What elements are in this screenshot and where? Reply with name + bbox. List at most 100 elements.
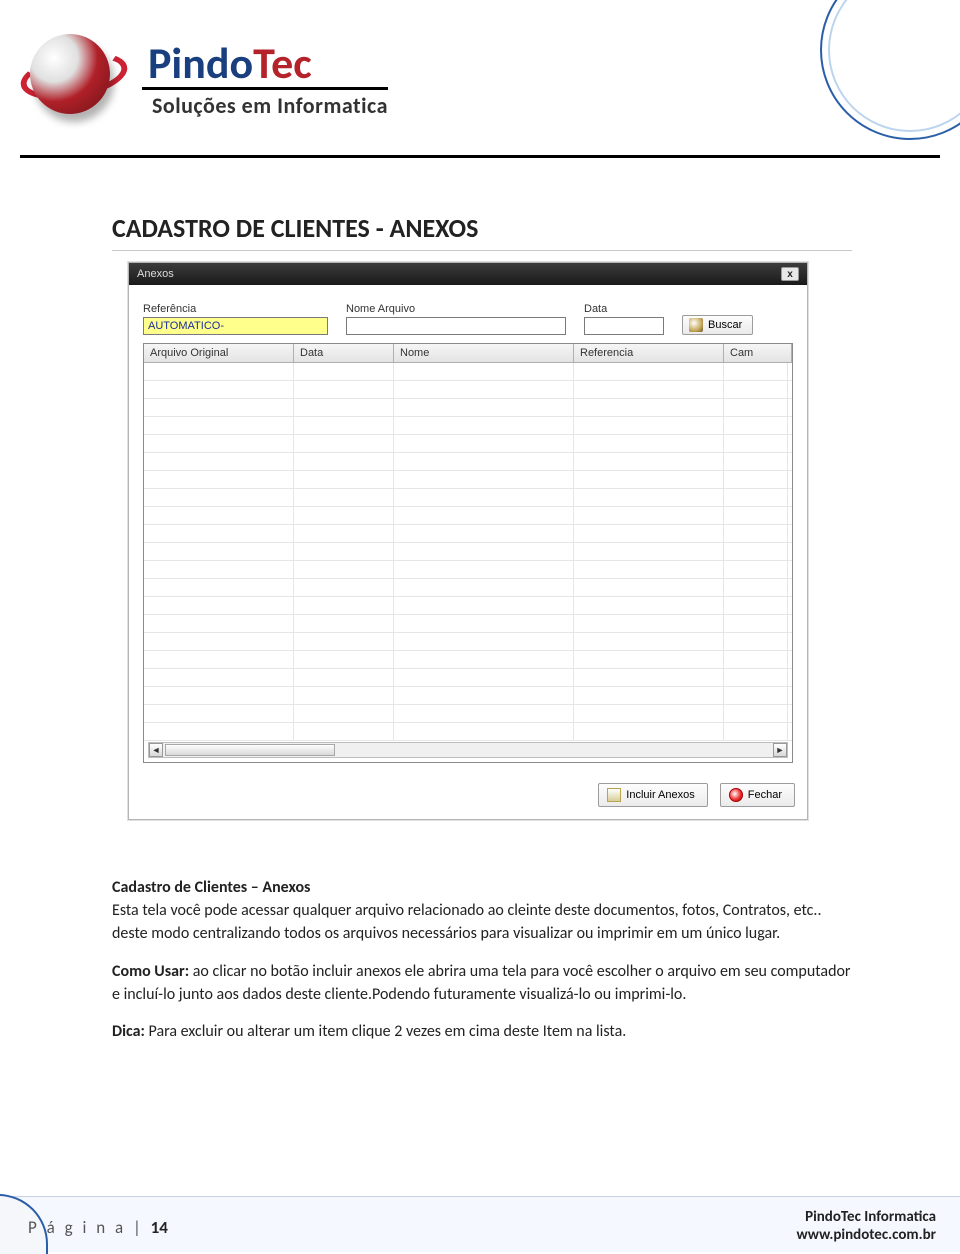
table-cell	[724, 381, 788, 398]
data-label: Data	[584, 303, 664, 315]
table-row[interactable]	[144, 723, 792, 741]
scroll-left-icon[interactable]: ◄	[149, 743, 163, 757]
body-p3: Para excluir ou alterar um item clique 2…	[145, 1022, 626, 1041]
table-cell	[724, 399, 788, 416]
table-cell	[144, 399, 294, 416]
table-cell	[144, 687, 294, 704]
table-row[interactable]	[144, 651, 792, 669]
table-cell	[294, 633, 394, 650]
table-cell	[574, 381, 724, 398]
table-cell	[294, 489, 394, 506]
footer-company: PindoTec Informatica	[797, 1208, 936, 1226]
table-row[interactable]	[144, 633, 792, 651]
table-cell	[294, 543, 394, 560]
scroll-right-icon[interactable]: ►	[773, 743, 787, 757]
close-icon[interactable]: x	[781, 267, 799, 281]
col-referencia[interactable]: Referencia	[574, 344, 724, 362]
table-cell	[724, 651, 788, 668]
table-cell	[144, 435, 294, 452]
table-cell	[574, 687, 724, 704]
table-cell	[294, 669, 394, 686]
col-arquivo-original[interactable]: Arquivo Original	[144, 344, 294, 362]
table-row[interactable]	[144, 597, 792, 615]
table-cell	[724, 471, 788, 488]
page-num: 14	[151, 1217, 168, 1238]
table-cell	[144, 669, 294, 686]
table-cell	[724, 543, 788, 560]
table-cell	[394, 579, 574, 596]
col-caminho[interactable]: Cam	[724, 344, 792, 362]
table-cell	[394, 597, 574, 614]
table-cell	[394, 453, 574, 470]
scroll-thumb[interactable]	[165, 744, 335, 756]
table-row[interactable]	[144, 453, 792, 471]
buscar-button[interactable]: Buscar	[682, 315, 753, 335]
table-cell	[574, 669, 724, 686]
table-cell	[294, 381, 394, 398]
table-cell	[724, 507, 788, 524]
table-row[interactable]	[144, 489, 792, 507]
fechar-button[interactable]: Fechar	[720, 783, 795, 807]
footer-url: www.pindotec.com.br	[797, 1226, 936, 1244]
table-cell	[294, 507, 394, 524]
table-cell	[574, 723, 724, 740]
table-cell	[724, 687, 788, 704]
incluir-anexos-label: Incluir Anexos	[626, 789, 694, 801]
table-row[interactable]	[144, 399, 792, 417]
table-row[interactable]	[144, 525, 792, 543]
horizontal-scrollbar[interactable]: ◄ ►	[148, 742, 788, 758]
table-cell	[144, 453, 294, 470]
table-cell	[144, 471, 294, 488]
table-cell	[724, 363, 788, 380]
table-row[interactable]	[144, 507, 792, 525]
footer-right: PindoTec Informatica www.pindotec.com.br	[797, 1208, 936, 1244]
col-data[interactable]: Data	[294, 344, 394, 362]
table-cell	[294, 525, 394, 542]
add-icon	[607, 788, 621, 802]
table-cell	[574, 579, 724, 596]
page-label: P á g i n a |	[28, 1217, 151, 1238]
table-cell	[394, 669, 574, 686]
nome-arquivo-input[interactable]	[346, 317, 566, 335]
table-row[interactable]	[144, 687, 792, 705]
referencia-input[interactable]	[143, 317, 328, 335]
col-nome[interactable]: Nome	[394, 344, 574, 362]
table-row[interactable]	[144, 435, 792, 453]
table-row[interactable]	[144, 381, 792, 399]
grid-header: Arquivo Original Data Nome Referencia Ca…	[144, 344, 792, 363]
table-row[interactable]	[144, 561, 792, 579]
table-row[interactable]	[144, 669, 792, 687]
table-cell	[394, 363, 574, 380]
table-row[interactable]	[144, 543, 792, 561]
table-cell	[574, 507, 724, 524]
table-row[interactable]	[144, 705, 792, 723]
table-row[interactable]	[144, 363, 792, 381]
grid-rows[interactable]	[144, 363, 792, 743]
table-cell	[574, 453, 724, 470]
fechar-label: Fechar	[748, 789, 782, 801]
table-cell	[724, 417, 788, 434]
table-row[interactable]	[144, 579, 792, 597]
table-cell	[394, 543, 574, 560]
table-cell	[294, 651, 394, 668]
table-cell	[294, 597, 394, 614]
table-cell	[144, 417, 294, 434]
table-cell	[394, 525, 574, 542]
table-cell	[394, 615, 574, 632]
table-cell	[724, 561, 788, 578]
table-cell	[394, 435, 574, 452]
anexos-grid[interactable]: Arquivo Original Data Nome Referencia Ca…	[143, 343, 793, 763]
table-row[interactable]	[144, 615, 792, 633]
table-row[interactable]	[144, 471, 792, 489]
table-cell	[144, 579, 294, 596]
logo-sphere-icon	[20, 24, 130, 134]
table-row[interactable]	[144, 417, 792, 435]
data-input[interactable]	[584, 317, 664, 335]
table-cell	[394, 417, 574, 434]
table-cell	[574, 561, 724, 578]
dialog-titlebar[interactable]: Anexos x	[129, 263, 807, 285]
incluir-anexos-button[interactable]: Incluir Anexos	[598, 783, 707, 807]
body-p1: Esta tela você pode acessar qualquer arq…	[112, 901, 822, 943]
table-cell	[394, 723, 574, 740]
nome-arquivo-field: Nome Arquivo	[346, 303, 566, 335]
